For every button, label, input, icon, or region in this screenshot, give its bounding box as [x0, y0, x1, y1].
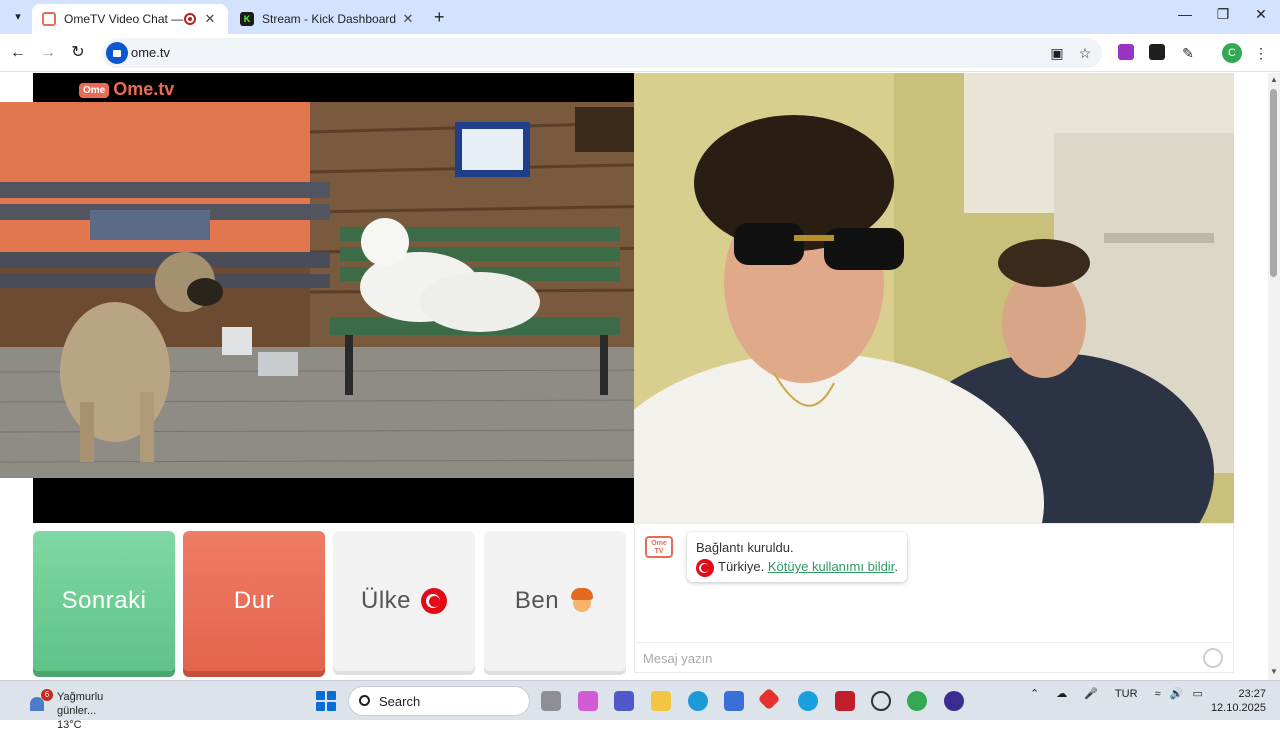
scroll-up-icon[interactable]: ▲	[1270, 75, 1278, 84]
battery-icon[interactable]: ▭	[1192, 688, 1202, 700]
extension-purple-icon[interactable]	[1118, 44, 1134, 60]
language-indicator[interactable]: TUR	[1115, 688, 1138, 700]
cloud-icon[interactable]: ☁	[1056, 688, 1067, 700]
tab-title: Stream - Kick Dashboard	[262, 12, 397, 26]
close-tab-icon[interactable]: ✕	[202, 11, 218, 27]
clock[interactable]: 23:27 12.10.2025	[1210, 687, 1266, 715]
emoji-smiley-icon[interactable]	[1203, 648, 1223, 668]
partner-country-line: Türkiye. Kötüye kullanımı bildir.	[696, 557, 898, 577]
windows-start-icon[interactable]	[316, 691, 336, 711]
microphone-icon[interactable]: 🎤	[1084, 688, 1098, 700]
extensions-puzzle-icon[interactable]: ✎	[1179, 44, 1197, 62]
store-icon[interactable]	[724, 691, 744, 711]
teams-icon[interactable]	[614, 691, 634, 711]
photoshop-express-icon[interactable]	[798, 691, 818, 711]
connection-status: Bağlantı kuruldu.	[696, 540, 794, 555]
ometv-logo: Ome Ome.tv	[79, 79, 174, 100]
profile-avatar[interactable]: C	[1222, 43, 1242, 63]
extension-dark-icon[interactable]	[1149, 44, 1165, 60]
weather-text-block: Yağmurlu günler... 13°C	[57, 690, 103, 732]
volume-icon[interactable]: 🔊	[1170, 688, 1184, 700]
camera-permission-icon[interactable]	[106, 42, 128, 64]
recording-icon	[184, 13, 196, 25]
report-suffix: .	[894, 559, 898, 574]
scroll-thumb[interactable]	[1270, 89, 1277, 277]
chat-logo-line2: TV	[654, 548, 664, 555]
kick-favicon-icon: K	[240, 12, 254, 26]
windows-taskbar: 6 Yağmurlu günler... 13°C Search ⌃ ☁ 🎤 T…	[0, 680, 1280, 731]
next-button[interactable]: Sonraki	[33, 531, 175, 671]
copilot-icon[interactable]	[578, 691, 598, 711]
file-explorer-icon[interactable]	[651, 691, 671, 711]
address-bar[interactable]: ome.tv ▣ ☆	[102, 38, 1102, 68]
tab-search-chevron-icon[interactable]: ▾	[8, 8, 28, 26]
report-abuse-link[interactable]: Kötüye kullanımı bildir	[768, 559, 894, 574]
logo-text: Ome.tv	[113, 79, 175, 99]
chevron-up-icon[interactable]: ⌃	[1030, 688, 1039, 700]
partner-country: Türkiye.	[718, 559, 765, 574]
country-button-label: Ülke	[360, 587, 411, 614]
chrome-icon[interactable]	[907, 691, 927, 711]
taskbar-search-box[interactable]: Search	[348, 686, 530, 716]
chat-logo-line1: Ome	[651, 540, 667, 547]
search-icon	[359, 695, 370, 706]
close-tab-icon[interactable]: ✕	[400, 11, 416, 27]
ometv-page: Ome Ome.tv Sonraki Dur Ülke Ben Ome TV B…	[0, 73, 1268, 680]
ometv-chat-logo-icon: Ome TV	[645, 536, 673, 558]
weather-badge: 6	[41, 689, 53, 701]
logo-badge: Ome	[79, 82, 110, 98]
next-button-label: Sonraki	[61, 587, 147, 614]
weather-description: Yağmurlu günler...	[57, 691, 104, 717]
browser-tab-strip: ▾ OmeTV Video Chat — Ome ✕ K Stream - Ki…	[0, 0, 1280, 34]
page-scrollbar[interactable]: ▲ ▼	[1268, 73, 1280, 680]
system-tray[interactable]: ⌃ ☁ 🎤 TUR ≈ 🔊 ▭	[1030, 687, 1203, 700]
me-button-label: Ben	[514, 587, 560, 614]
chat-panel: Ome TV Bağlantı kuruldu. Türkiye. Kötüye…	[634, 523, 1234, 673]
tab-title: OmeTV Video Chat — Ome	[64, 12, 184, 26]
tab-kick-dashboard[interactable]: K Stream - Kick Dashboard ✕	[230, 4, 426, 34]
own-camera-video	[634, 73, 1234, 523]
me-button[interactable]: Ben	[484, 531, 626, 671]
time: 23:27	[1238, 688, 1266, 700]
reload-icon[interactable]: ↻	[67, 42, 89, 64]
date: 12.10.2025	[1210, 702, 1266, 714]
browser-toolbar: ← → ↻ ome.tv ▣ ☆ ✎ C ⋮	[0, 34, 1280, 72]
temperature: 13°C	[57, 719, 82, 731]
message-placeholder: Mesaj yazın	[643, 651, 713, 666]
dogs-scene-image	[0, 102, 668, 478]
new-tab-plus-icon[interactable]: +	[434, 7, 445, 28]
boy-avatar-icon	[569, 588, 595, 614]
restore-icon[interactable]: ❐	[1208, 6, 1238, 23]
search-label: Search	[379, 694, 421, 709]
close-window-icon[interactable]: ✕	[1246, 6, 1276, 23]
scroll-down-icon[interactable]: ▼	[1270, 667, 1278, 676]
back-arrow-icon[interactable]: ←	[7, 42, 29, 64]
task-view-icon[interactable]	[541, 691, 561, 711]
minimize-icon[interactable]: —	[1170, 6, 1200, 22]
message-input[interactable]: Mesaj yazın	[635, 642, 1233, 672]
stop-button[interactable]: Dur	[183, 531, 325, 671]
obs-icon[interactable]	[871, 691, 891, 711]
url-text[interactable]: ome.tv	[131, 45, 170, 60]
more-menu-icon[interactable]: ⋮	[1252, 44, 1270, 62]
edge-icon[interactable]	[688, 691, 708, 711]
bookmark-star-icon[interactable]: ☆	[1076, 44, 1094, 62]
dogs-on-bench-video	[0, 102, 668, 478]
turkey-flag-icon	[696, 558, 714, 577]
forward-arrow-icon[interactable]: →	[37, 42, 59, 64]
own-camera-image	[634, 73, 1234, 523]
turkey-flag-icon	[421, 588, 447, 614]
shield-app-icon[interactable]	[835, 691, 855, 711]
stop-button-label: Dur	[233, 587, 275, 614]
wifi-icon[interactable]: ≈	[1155, 688, 1161, 700]
install-app-icon[interactable]: ▣	[1048, 44, 1066, 62]
assistant-app-icon[interactable]	[944, 691, 964, 711]
tab-ometv[interactable]: OmeTV Video Chat — Ome ✕	[32, 4, 228, 34]
system-message-bubble: Bağlantı kuruldu. Türkiye. Kötüye kullan…	[687, 532, 907, 582]
ometv-favicon-icon	[42, 12, 56, 26]
country-button[interactable]: Ülke	[333, 531, 475, 671]
anydesk-icon[interactable]	[757, 687, 781, 711]
